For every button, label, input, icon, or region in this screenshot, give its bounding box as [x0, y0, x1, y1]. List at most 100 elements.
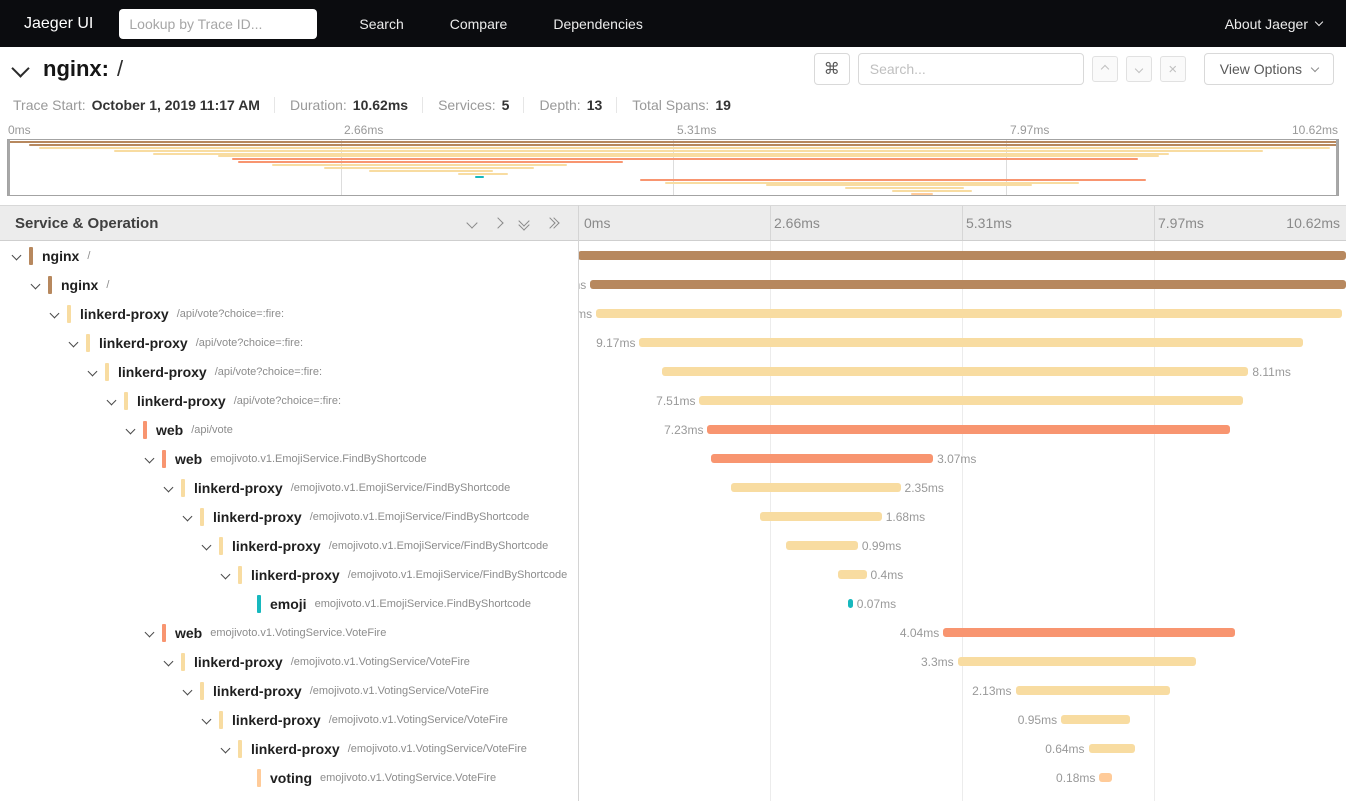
span-row[interactable]: web emojivoto.v1.EmojiService.FindByShor… [0, 444, 1346, 473]
span-row[interactable]: linkerd-proxy /emojivoto.v1.VotingServic… [0, 676, 1346, 705]
span-name-cell[interactable]: linkerd-proxy /api/vote?choice=:fire: [0, 299, 578, 328]
span-duration-bar[interactable] [838, 570, 867, 579]
app-logo[interactable]: Jaeger UI [24, 15, 93, 33]
span-duration-bar[interactable] [699, 396, 1242, 405]
next-result-button[interactable] [1126, 56, 1152, 82]
span-collapse-chevron-icon[interactable] [103, 397, 120, 404]
span-collapse-chevron-icon[interactable] [141, 455, 158, 462]
view-options-button[interactable]: View Options [1204, 53, 1334, 85]
span-collapse-chevron-icon[interactable] [160, 484, 177, 491]
span-duration-bar[interactable] [786, 541, 858, 550]
span-row[interactable]: linkerd-proxy /emojivoto.v1.VotingServic… [0, 705, 1346, 734]
timeline-minimap[interactable] [7, 139, 1339, 196]
span-duration-bar[interactable] [578, 251, 1346, 260]
span-duration-bar[interactable] [958, 657, 1197, 666]
span-name-cell[interactable]: linkerd-proxy /emojivoto.v1.EmojiService… [0, 473, 578, 502]
span-name-cell[interactable]: linkerd-proxy /emojivoto.v1.EmojiService… [0, 531, 578, 560]
span-bar-cell[interactable]: 4.04ms [578, 618, 1346, 647]
span-duration-bar[interactable] [1089, 744, 1135, 753]
span-name-cell[interactable]: nginx / [0, 270, 578, 299]
span-duration-bar[interactable] [731, 483, 901, 492]
minimap-right-scrub-handle[interactable] [1336, 140, 1338, 195]
span-collapse-chevron-icon[interactable] [84, 368, 101, 375]
span-collapse-chevron-icon[interactable] [46, 310, 63, 317]
span-collapse-chevron-icon[interactable] [217, 571, 234, 578]
span-collapse-chevron-icon[interactable] [217, 745, 234, 752]
trace-id-input[interactable] [119, 9, 317, 39]
nav-item-dependencies[interactable]: Dependencies [553, 16, 643, 32]
span-row[interactable]: nginx / 10.45ms [0, 270, 1346, 299]
span-bar-cell[interactable]: 10.31ms [578, 299, 1346, 328]
span-duration-bar[interactable] [1099, 773, 1112, 782]
span-row[interactable]: emoji emojivoto.v1.EmojiService.FindBySh… [0, 589, 1346, 618]
span-bar-cell[interactable]: 2.35ms [578, 473, 1346, 502]
span-search-input[interactable] [858, 53, 1084, 85]
span-duration-bar[interactable] [760, 512, 881, 521]
span-collapse-chevron-icon[interactable] [160, 658, 177, 665]
span-collapse-chevron-icon[interactable] [179, 513, 196, 520]
span-bar-cell[interactable]: 0.07ms [578, 589, 1346, 618]
span-row[interactable]: linkerd-proxy /emojivoto.v1.EmojiService… [0, 560, 1346, 589]
span-bar-cell[interactable]: 2.13ms [578, 676, 1346, 705]
span-row[interactable]: linkerd-proxy /emojivoto.v1.EmojiService… [0, 531, 1346, 560]
span-bar-cell[interactable]: 0.4ms [578, 560, 1346, 589]
trace-collapse-toggle[interactable] [14, 68, 27, 75]
column-resize-divider[interactable] [578, 205, 579, 801]
span-bar-cell[interactable]: 0.18ms [578, 763, 1346, 792]
span-name-cell[interactable]: linkerd-proxy /emojivoto.v1.VotingServic… [0, 734, 578, 763]
clear-search-button[interactable]: × [1160, 56, 1186, 82]
prev-result-button[interactable] [1092, 56, 1118, 82]
span-collapse-chevron-icon[interactable] [27, 281, 44, 288]
span-bar-cell[interactable]: 0.64ms [578, 734, 1346, 763]
keyboard-shortcuts-button[interactable]: ⌘ [814, 53, 850, 85]
span-collapse-chevron-icon[interactable] [65, 339, 82, 346]
expand-all-button[interactable] [546, 219, 558, 227]
span-collapse-chevron-icon[interactable] [8, 252, 25, 259]
minimap-left-scrub-handle[interactable] [8, 140, 10, 195]
span-duration-bar[interactable] [707, 425, 1230, 434]
about-jaeger-menu[interactable]: About Jaeger [1225, 16, 1322, 32]
span-bar-cell[interactable]: 1.68ms [578, 502, 1346, 531]
span-bar-cell[interactable]: 3.3ms [578, 647, 1346, 676]
span-row[interactable]: linkerd-proxy /api/vote?choice=:fire: 8.… [0, 357, 1346, 386]
span-duration-bar[interactable] [1061, 715, 1130, 724]
span-bar-cell[interactable]: 0.99ms [578, 531, 1346, 560]
span-name-cell[interactable]: linkerd-proxy /api/vote?choice=:fire: [0, 357, 578, 386]
span-name-cell[interactable]: linkerd-proxy /emojivoto.v1.VotingServic… [0, 705, 578, 734]
span-name-cell[interactable]: linkerd-proxy /emojivoto.v1.VotingServic… [0, 647, 578, 676]
span-duration-bar[interactable] [711, 454, 933, 463]
span-row[interactable]: linkerd-proxy /emojivoto.v1.EmojiService… [0, 473, 1346, 502]
span-duration-bar[interactable] [596, 309, 1342, 318]
span-name-cell[interactable]: web emojivoto.v1.EmojiService.FindByShor… [0, 444, 578, 473]
span-bar-cell[interactable]: 8.11ms [578, 357, 1346, 386]
nav-item-search[interactable]: Search [359, 16, 403, 32]
span-name-cell[interactable]: linkerd-proxy /emojivoto.v1.EmojiService… [0, 502, 578, 531]
span-duration-bar[interactable] [639, 338, 1302, 347]
span-bar-cell[interactable]: 7.23ms [578, 415, 1346, 444]
span-name-cell[interactable]: voting emojivoto.v1.VotingService.VoteFi… [0, 763, 578, 792]
span-collapse-chevron-icon[interactable] [198, 716, 215, 723]
span-bar-cell[interactable]: 7.51ms [578, 386, 1346, 415]
span-name-cell[interactable]: web /api/vote [0, 415, 578, 444]
span-bar-cell[interactable]: 3.07ms [578, 444, 1346, 473]
span-name-cell[interactable]: linkerd-proxy /emojivoto.v1.EmojiService… [0, 560, 578, 589]
collapse-one-button[interactable] [468, 219, 476, 227]
span-row[interactable]: linkerd-proxy /emojivoto.v1.VotingServic… [0, 734, 1346, 763]
span-bar-cell[interactable]: 9.17ms [578, 328, 1346, 357]
span-collapse-chevron-icon[interactable] [122, 426, 139, 433]
span-row[interactable]: linkerd-proxy /api/vote?choice=:fire: 7.… [0, 386, 1346, 415]
span-duration-bar[interactable] [662, 367, 1248, 376]
span-bar-cell[interactable]: 10.45ms [578, 270, 1346, 299]
span-duration-bar[interactable] [1016, 686, 1170, 695]
span-name-cell[interactable]: linkerd-proxy /emojivoto.v1.VotingServic… [0, 676, 578, 705]
span-collapse-chevron-icon[interactable] [141, 629, 158, 636]
span-row[interactable]: linkerd-proxy /emojivoto.v1.EmojiService… [0, 502, 1346, 531]
span-row[interactable]: web emojivoto.v1.VotingService.VoteFire … [0, 618, 1346, 647]
span-row[interactable]: nginx / 10.62ms [0, 241, 1346, 270]
span-name-cell[interactable]: nginx / [0, 241, 578, 270]
span-row[interactable]: linkerd-proxy /emojivoto.v1.VotingServic… [0, 647, 1346, 676]
span-row[interactable]: linkerd-proxy /api/vote?choice=:fire: 10… [0, 299, 1346, 328]
span-row[interactable]: web /api/vote 7.23ms [0, 415, 1346, 444]
nav-item-compare[interactable]: Compare [450, 16, 508, 32]
span-row[interactable]: voting emojivoto.v1.VotingService.VoteFi… [0, 763, 1346, 792]
